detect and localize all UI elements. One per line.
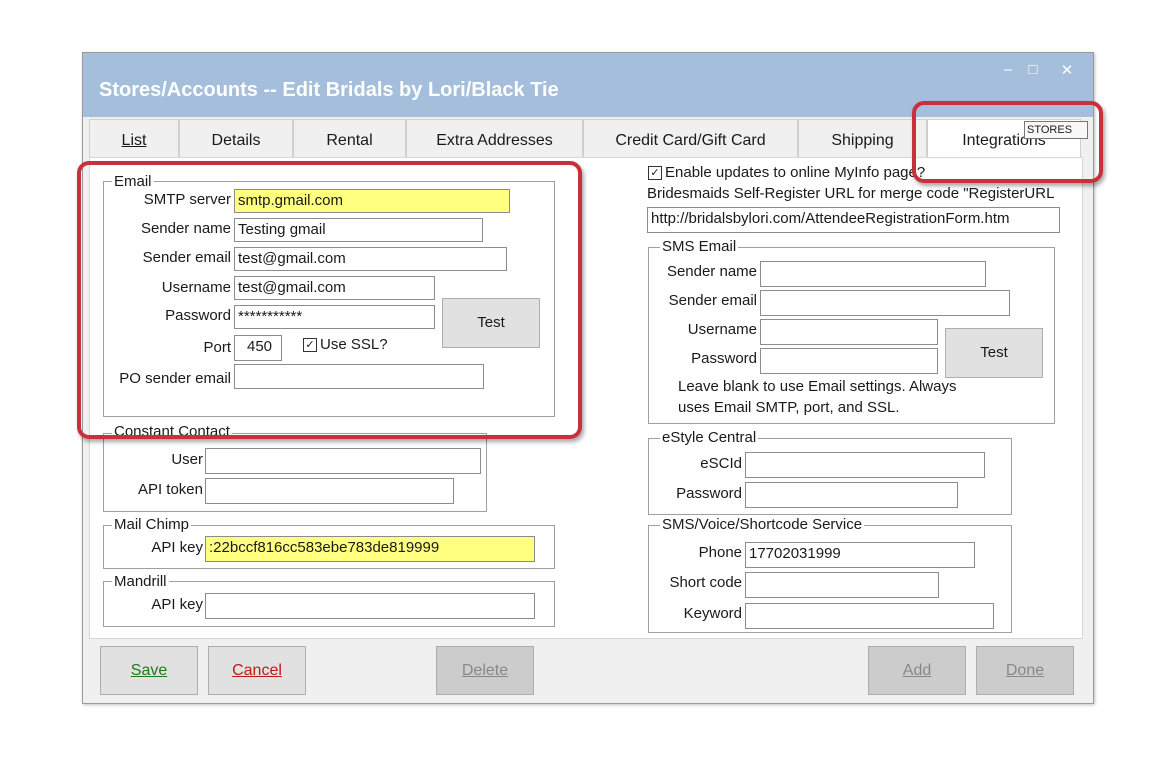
mandrill-api-key-input[interactable] [205,593,535,619]
done-button[interactable]: Done [976,646,1074,695]
keyword-input[interactable] [745,603,994,629]
integrations-highlight-annotation [912,101,1103,183]
tab-list[interactable]: List [89,119,179,157]
delete-button[interactable]: Delete [436,646,534,695]
sms-username-label: Username [687,321,757,338]
estyle-group-label: eStyle Central [660,429,759,446]
mandrill-api-key-label: API key [151,596,203,613]
cc-api-token-input[interactable] [205,478,454,504]
cc-api-token-label: API token [137,481,203,498]
phone-label: Phone [698,544,742,561]
email-highlight-annotation [77,161,582,439]
tab-label: Extra Addresses [436,132,553,149]
keyword-label: Keyword [683,605,742,622]
cancel-button[interactable]: Cancel [208,646,306,695]
sms-sender-name-label: Sender name [666,263,757,280]
maximize-icon[interactable]: □ [1023,61,1043,78]
sms-test-button[interactable]: Test [945,328,1043,378]
tab-extra-addresses[interactable]: Extra Addresses [406,119,583,157]
sms-sender-name-input[interactable] [760,261,986,287]
sms-service-group-label: SMS/Voice/Shortcode Service [660,516,865,533]
sms-note-line1: Leave blank to use Email settings. Alway… [678,378,957,395]
enable-myinfo-checkbox[interactable]: ✓ [648,166,662,180]
tab-label: List [121,132,147,149]
tab-rental[interactable]: Rental [293,119,406,157]
window-title: Stores/Accounts -- Edit Bridals by Lori/… [99,79,559,101]
add-button[interactable]: Add [868,646,966,695]
register-url-input[interactable]: http://bridalsbylori.com/AttendeeRegistr… [647,207,1060,233]
sms-username-input[interactable] [760,319,938,345]
tab-shipping[interactable]: Shipping [798,119,927,157]
phone-input[interactable]: 17702031999 [745,542,975,568]
mailchimp-api-key-input[interactable]: :22bccf816cc583ebe783de819999 [205,536,535,562]
short-code-input[interactable] [745,572,939,598]
escid-label: eSCId [700,455,742,472]
mailchimp-group-label: Mail Chimp [112,516,192,533]
sms-email-group-label: SMS Email [660,238,739,255]
estyle-password-input[interactable] [745,482,958,508]
enable-myinfo-label: Enable updates to online MyInfo page? [665,164,926,181]
close-icon[interactable]: ✕ [1057,61,1077,79]
mandrill-group-label: Mandrill [112,573,169,590]
sms-sender-email-input[interactable] [760,290,1010,316]
estyle-password-label: Password [676,485,742,502]
cc-user-label: User [171,451,203,468]
tab-label: Rental [326,132,373,149]
escid-input[interactable] [745,452,985,478]
tab-details[interactable]: Details [179,119,293,157]
tab-credit-card[interactable]: Credit Card/Gift Card [583,119,798,157]
cc-user-input[interactable] [205,448,481,474]
short-code-label: Short code [669,574,742,591]
sms-note-line2: uses Email SMTP, port, and SSL. [678,399,900,416]
sms-password-input[interactable] [760,348,938,374]
tab-label: Credit Card/Gift Card [615,132,766,149]
minimize-icon[interactable]: – [998,61,1018,78]
save-button[interactable]: Save [100,646,198,695]
tab-label: Shipping [831,132,894,149]
tab-label: Details [211,132,261,149]
sms-password-label: Password [691,350,757,367]
sms-sender-email-label: Sender email [668,292,757,309]
mailchimp-api-key-label: API key [151,539,203,556]
register-url-label: Bridesmaids Self-Register URL for merge … [647,185,1055,202]
